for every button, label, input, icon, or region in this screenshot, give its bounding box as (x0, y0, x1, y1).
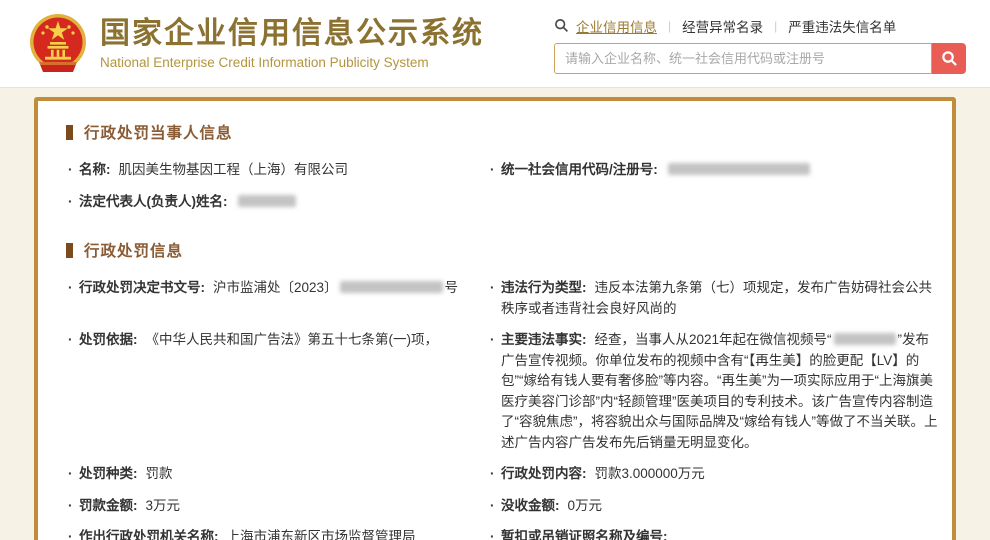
field-main-illegal-facts: 主要违法事实:经查，当事人从2021年起在微信视频号“”发布广告宣传视频。你单位… (488, 330, 952, 453)
table-row: 处罚种类:罚款 行政处罚内容:罚款3.000000万元 (66, 464, 952, 496)
table-row: 作出行政处罚机关名称:上海市浦东新区市场监督管理局 暂扣或吊销证照名称及编号: (66, 527, 952, 540)
field-credit-code: 统一社会信用代码/注册号: (488, 160, 952, 181)
field-enterprise-name: 名称:肌因美生物基因工程（上海）有限公司 (66, 160, 488, 181)
table-row: 罚款金额:3万元 没收金额:0万元 (66, 496, 952, 528)
site-title-block: 国家企业信用信息公示系统 National Enterprise Credit … (100, 17, 484, 70)
redacted-value (668, 163, 810, 175)
table-row: 名称:肌因美生物基因工程（上海）有限公司 统一社会信用代码/注册号: (66, 160, 952, 192)
field-violation-type: 违法行为类型:违反本法第九条第（七）项规定，发布广告妨碍社会公共秩序或者违背社会… (488, 278, 952, 319)
site-subtitle: National Enterprise Credit Information P… (100, 55, 484, 70)
field-fine-amount: 罚款金额:3万元 (66, 496, 488, 517)
nav-enterprise-credit-info[interactable]: 企业信用信息 (576, 16, 657, 36)
field-legal-representative: 法定代表人(负责人)姓名: (66, 192, 488, 213)
search-input[interactable] (554, 43, 932, 74)
nav-abnormal-operations-list[interactable]: 经营异常名录 (682, 16, 763, 36)
header-nav: 企业信用信息 | 经营异常名录 | 严重违法失信名单 (554, 16, 966, 36)
nav-separator: | (774, 19, 777, 33)
search-button[interactable] (932, 43, 966, 74)
penalty-detail-panel: 行政处罚当事人信息 名称:肌因美生物基因工程（上海）有限公司 统一社会信用代码/… (34, 97, 956, 540)
field-penalty-basis: 处罚依据:《中华人民共和国广告法》第五十七条第(一)项， (66, 330, 488, 351)
section-penalty-info: 行政处罚信息 行政处罚决定书文号:沪市监浦处〔2023〕号 违法行为类型:违反本… (66, 239, 952, 540)
search-bar (554, 43, 966, 74)
search-icon (554, 18, 569, 33)
section-heading: 行政处罚信息 (66, 239, 952, 261)
field-penalty-content: 行政处罚内容:罚款3.000000万元 (488, 464, 952, 485)
section-marker (66, 243, 73, 258)
search-icon (941, 50, 958, 67)
page-body: 行政处罚当事人信息 名称:肌因美生物基因工程（上海）有限公司 统一社会信用代码/… (0, 88, 990, 540)
nav-separator: | (668, 19, 671, 33)
field-license-suspension: 暂扣或吊销证照名称及编号: (488, 527, 952, 540)
field-penalty-type: 处罚种类:罚款 (66, 464, 488, 485)
table-row: 法定代表人(负责人)姓名: (66, 192, 952, 224)
redacted-value (340, 281, 443, 293)
national-emblem-logo (26, 12, 90, 76)
header-search-area: 企业信用信息 | 经营异常名录 | 严重违法失信名单 (554, 14, 966, 74)
section-title: 行政处罚信息 (84, 239, 183, 261)
field-confiscated-amount: 没收金额:0万元 (488, 496, 952, 517)
section-marker (66, 125, 73, 140)
table-row: 行政处罚决定书文号:沪市监浦处〔2023〕号 违法行为类型:违反本法第九条第（七… (66, 278, 952, 330)
field-penalty-authority: 作出行政处罚机关名称:上海市浦东新区市场监督管理局 (66, 527, 488, 540)
redacted-value (238, 195, 296, 207)
section-heading: 行政处罚当事人信息 (66, 121, 952, 143)
table-row: 处罚依据:《中华人民共和国广告法》第五十七条第(一)项， 主要违法事实:经查，当… (66, 330, 952, 464)
site-title: 国家企业信用信息公示系统 (100, 17, 484, 52)
section-penalty-party-info: 行政处罚当事人信息 名称:肌因美生物基因工程（上海）有限公司 统一社会信用代码/… (66, 121, 952, 223)
site-header: 国家企业信用信息公示系统 National Enterprise Credit … (0, 0, 990, 88)
section-title: 行政处罚当事人信息 (84, 121, 233, 143)
field-decision-doc-number: 行政处罚决定书文号:沪市监浦处〔2023〕号 (66, 278, 488, 299)
nav-serious-violations-list[interactable]: 严重违法失信名单 (788, 16, 896, 36)
redacted-value (834, 333, 896, 345)
